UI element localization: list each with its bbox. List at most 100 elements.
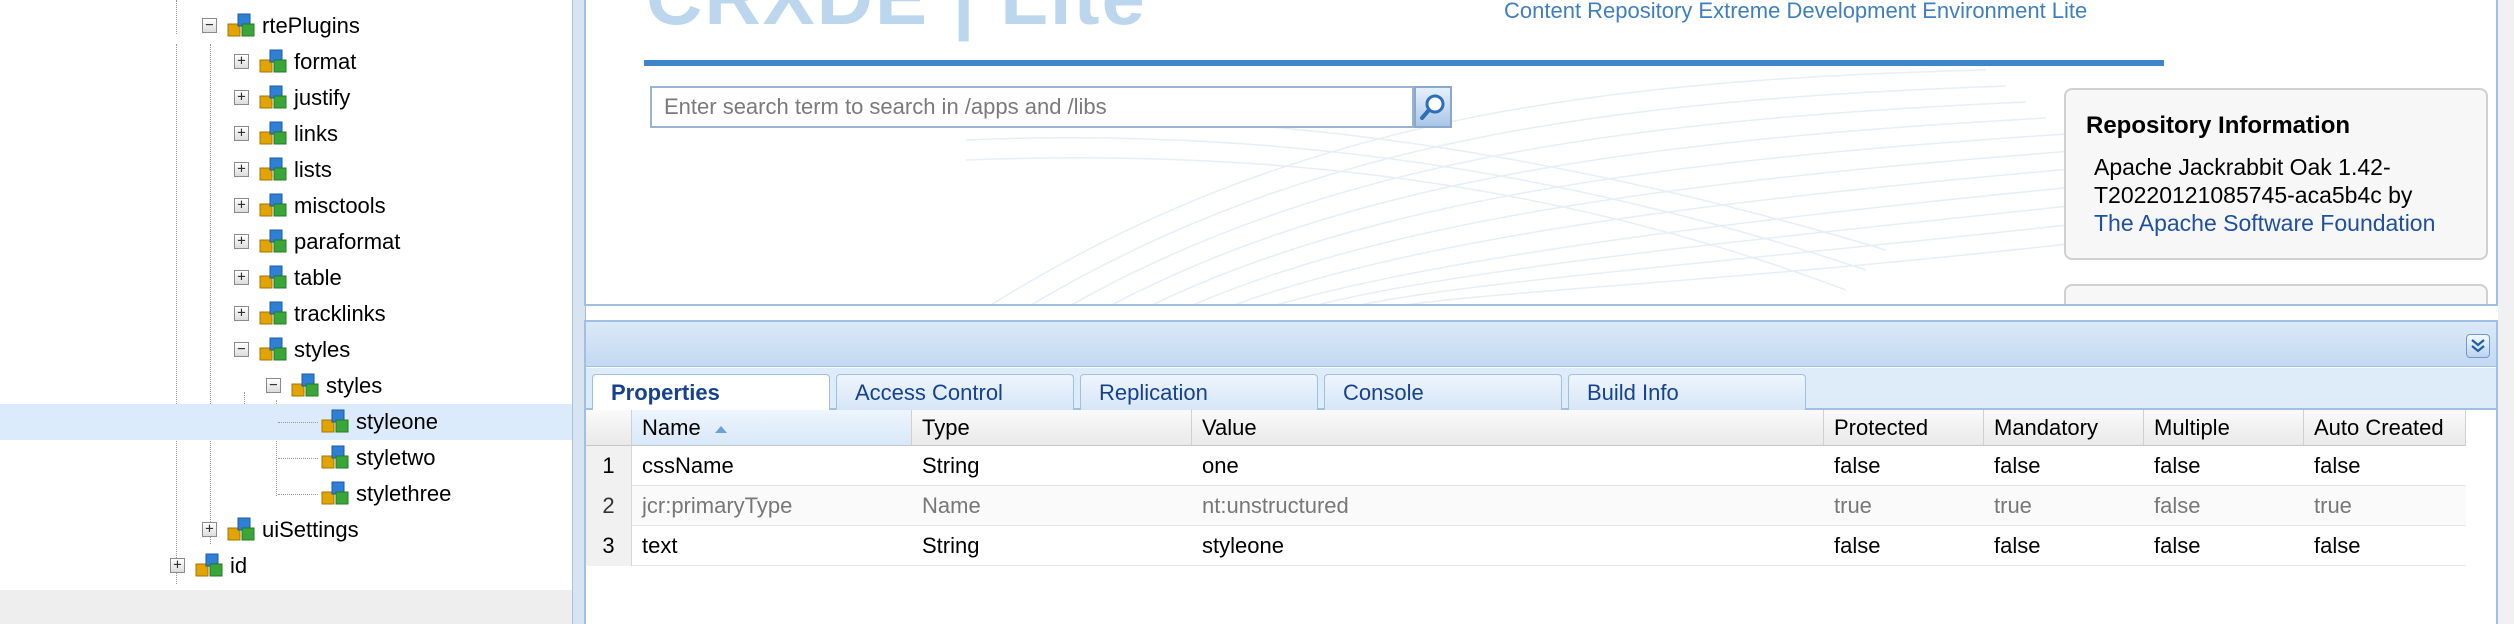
tree-node-uisettings[interactable]: + uiSettings xyxy=(0,512,572,548)
node-icon xyxy=(259,301,287,325)
tree-node-label: styles xyxy=(326,373,383,398)
search-button[interactable] xyxy=(1414,86,1452,128)
search-field xyxy=(650,86,1414,128)
collapse-icon[interactable]: − xyxy=(266,378,281,393)
tree-node-id[interactable]: + id xyxy=(0,548,572,584)
cell-value: nt:unstructured xyxy=(1202,493,1349,518)
welcome-panel: CRXDE | Lite Content Repository Extreme … xyxy=(584,0,2498,306)
collapse-icon[interactable]: − xyxy=(234,342,249,357)
node-icon xyxy=(291,373,319,397)
table-row[interactable]: 2 jcr:primaryType Name nt:unstructured t… xyxy=(586,486,2466,526)
column-header-multiple[interactable]: Multiple xyxy=(2144,410,2304,446)
cell-value: one xyxy=(1202,453,1239,478)
double-chevron-down-icon xyxy=(2471,339,2485,353)
tree-node-tracklinks[interactable]: + tracklinks xyxy=(0,296,572,332)
cell-type: String xyxy=(922,533,980,558)
table-row[interactable]: 1 cssName String one false false false f… xyxy=(586,446,2466,486)
expand-icon[interactable]: + xyxy=(234,198,249,213)
node-icon xyxy=(321,409,349,433)
cell-mandatory: true xyxy=(1994,493,2032,518)
node-icon xyxy=(259,49,287,73)
tree-node-table[interactable]: + table xyxy=(0,260,572,296)
expand-icon[interactable]: + xyxy=(202,522,217,537)
tab-strip: Properties Access Control Replication Co… xyxy=(586,368,2496,412)
cell-auto-created: false xyxy=(2314,453,2361,478)
node-icon xyxy=(259,193,287,217)
node-icon xyxy=(227,517,255,541)
tab-access-control[interactable]: Access Control xyxy=(836,374,1074,410)
app-tagline: Content Repository Extreme Development E… xyxy=(1504,0,2088,23)
expand-icon[interactable]: + xyxy=(234,126,249,141)
tab-properties[interactable]: Properties xyxy=(592,374,830,412)
tree-node-misctools[interactable]: + misctools xyxy=(0,188,572,224)
tree-node-label: rtePlugins xyxy=(262,13,360,38)
column-header-name[interactable]: Name xyxy=(632,410,912,446)
cell-multiple: false xyxy=(2154,453,2201,478)
tree-footer xyxy=(0,590,572,624)
tree-node-styleone[interactable]: styleone xyxy=(0,404,572,440)
tab-console[interactable]: Console xyxy=(1324,374,1562,410)
column-header-value[interactable]: Value xyxy=(1192,410,1824,446)
row-number: 2 xyxy=(586,486,632,526)
node-icon xyxy=(321,481,349,505)
tree-node-label: id xyxy=(230,553,248,578)
repository-tree: − rtePlugins + format + justify + links … xyxy=(0,0,572,624)
row-number: 1 xyxy=(586,446,632,486)
cell-protected: false xyxy=(1834,533,1881,558)
expand-icon[interactable]: + xyxy=(234,234,249,249)
cell-name: jcr:primaryType xyxy=(642,493,793,518)
collapse-icon[interactable]: − xyxy=(202,18,217,33)
tree-node-links[interactable]: + links xyxy=(0,116,572,152)
expand-icon[interactable]: + xyxy=(234,54,249,69)
tree-node-justify[interactable]: + justify xyxy=(0,80,572,116)
repository-vendor-link[interactable]: The Apache Software Foundation xyxy=(2094,210,2435,237)
repository-info-card: Repository Information Apache Jackrabbit… xyxy=(2064,88,2488,260)
expand-icon[interactable]: + xyxy=(170,558,185,573)
tree-node-rteplugins[interactable]: − rtePlugins xyxy=(0,8,572,44)
cell-auto-created: false xyxy=(2314,533,2361,558)
column-header-mandatory[interactable]: Mandatory xyxy=(1984,410,2144,446)
tree-node-label: stylethree xyxy=(356,481,452,506)
cell-protected: false xyxy=(1834,453,1881,478)
column-name-label: Name xyxy=(642,415,701,440)
tree-node-format[interactable]: + format xyxy=(0,44,572,80)
search-input[interactable] xyxy=(652,88,1412,126)
expand-icon[interactable]: + xyxy=(234,90,249,105)
node-icon xyxy=(259,121,287,145)
cell-name: text xyxy=(642,533,678,558)
expand-icon[interactable]: + xyxy=(234,270,249,285)
tree-node-styletwo[interactable]: styletwo xyxy=(0,440,572,476)
row-number: 3 xyxy=(586,526,632,566)
cell-type: String xyxy=(922,453,980,478)
cell-multiple: false xyxy=(2154,493,2201,518)
panel-header xyxy=(586,322,2496,367)
node-icon xyxy=(259,337,287,361)
column-header-protected[interactable]: Protected xyxy=(1824,410,1984,446)
node-icon xyxy=(195,553,223,577)
tab-build-info[interactable]: Build Info xyxy=(1568,374,1806,410)
expand-icon[interactable]: + xyxy=(234,306,249,321)
node-icon xyxy=(259,229,287,253)
expand-icon[interactable]: + xyxy=(234,162,249,177)
tree-node-styles-child[interactable]: − styles xyxy=(0,368,572,404)
cell-type: Name xyxy=(922,493,981,518)
window-scrollbar[interactable] xyxy=(2498,0,2514,624)
tree-node-styles[interactable]: − styles xyxy=(0,332,572,368)
column-header-type[interactable]: Type xyxy=(912,410,1192,446)
tree-node-label: styletwo xyxy=(356,445,436,470)
column-header-auto-created[interactable]: Auto Created xyxy=(2304,410,2466,446)
collapse-panel-button[interactable] xyxy=(2466,334,2490,358)
tree-node-label: paraformat xyxy=(294,229,401,254)
node-icon xyxy=(259,157,287,181)
tab-replication[interactable]: Replication xyxy=(1080,374,1318,410)
repository-build: T20220121085745-aca5b4c by xyxy=(2094,182,2413,208)
tree-node-lists[interactable]: + lists xyxy=(0,152,572,188)
cell-mandatory: false xyxy=(1994,453,2041,478)
cell-protected: true xyxy=(1834,493,1872,518)
tree-node-label: table xyxy=(294,265,342,290)
tree-node-paraformat[interactable]: + paraformat xyxy=(0,224,572,260)
tree-node-stylethree[interactable]: stylethree xyxy=(0,476,572,512)
table-row[interactable]: 3 text String styleone false false false… xyxy=(586,526,2466,566)
tree-node-label: styles xyxy=(294,337,351,362)
cell-auto-created: true xyxy=(2314,493,2352,518)
